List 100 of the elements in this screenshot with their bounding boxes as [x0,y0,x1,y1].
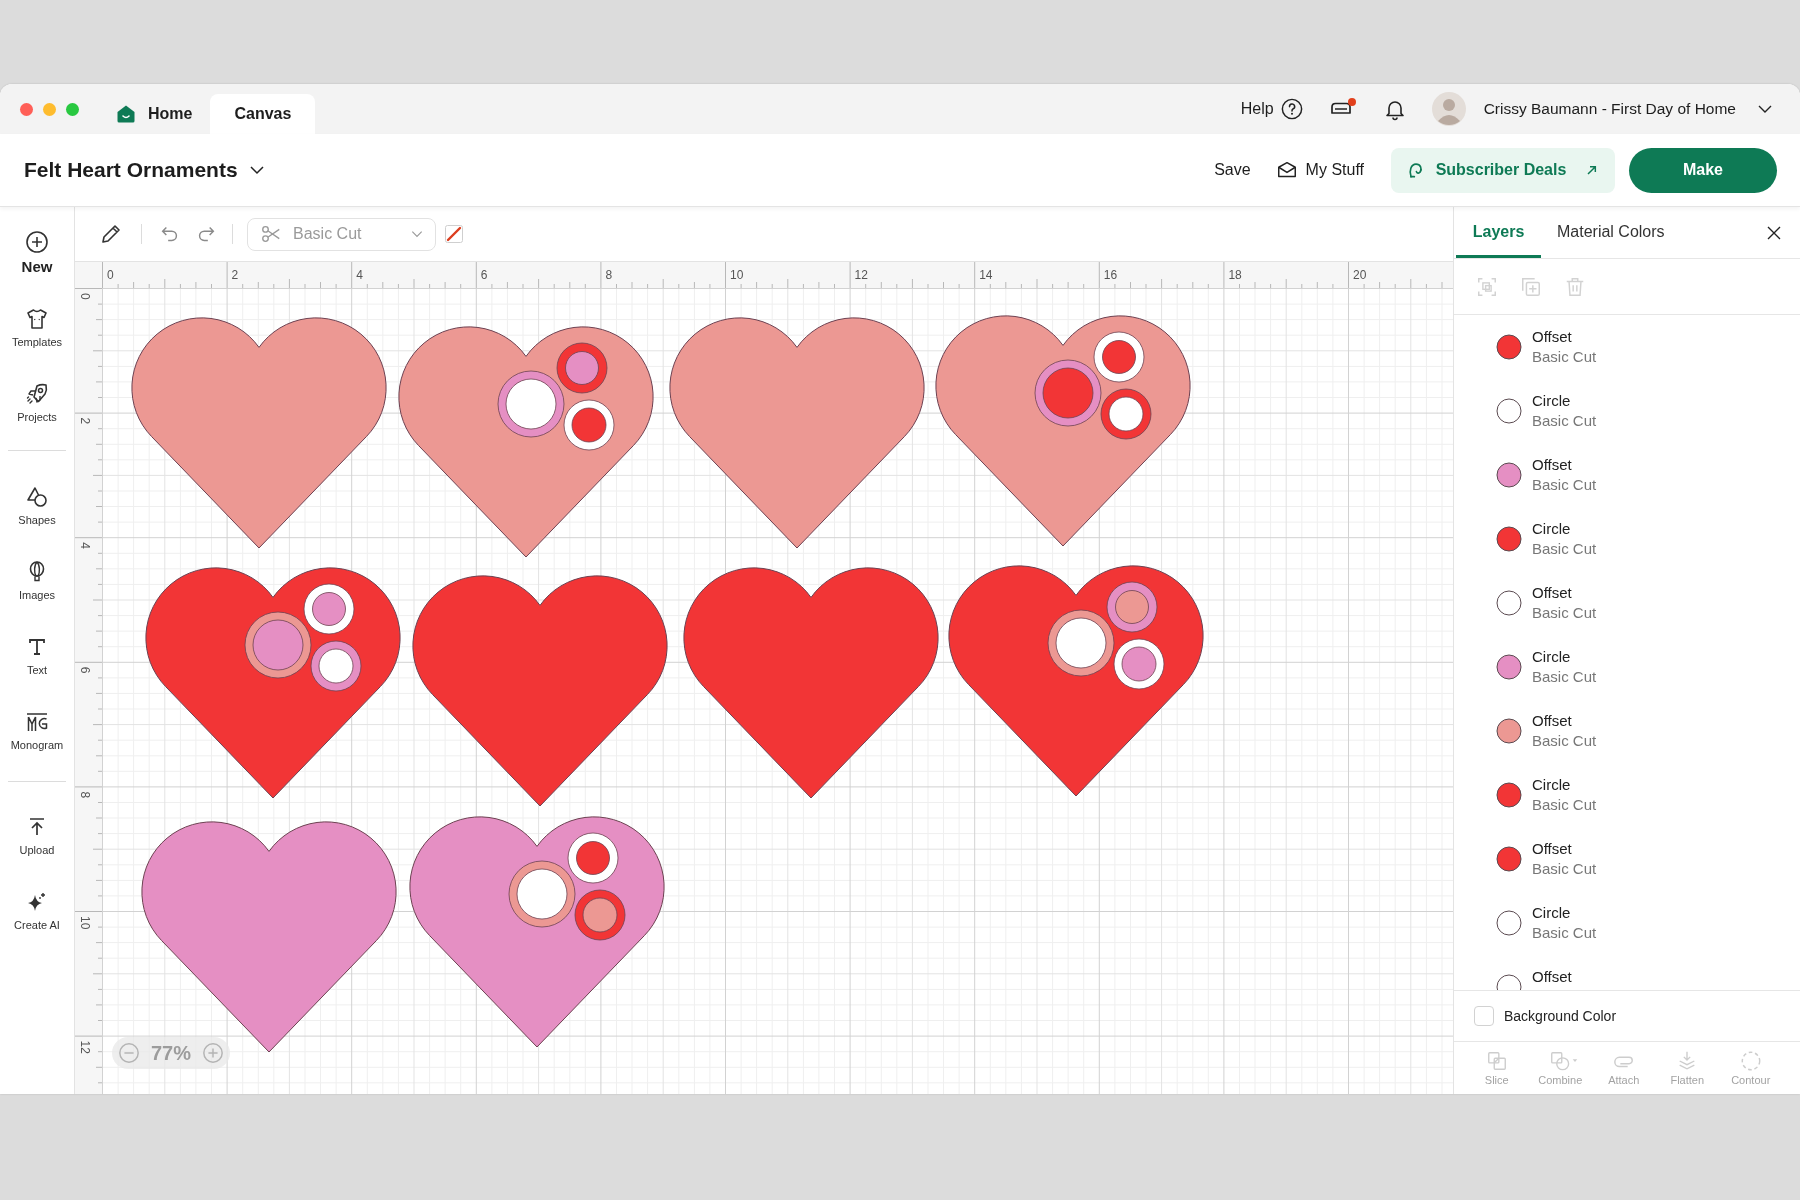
layer-operation: Basic Cut [1532,667,1597,687]
subscriber-deals-button[interactable]: Subscriber Deals [1391,147,1615,193]
close-window-icon[interactable] [20,102,33,116]
sidebar-button[interactable]: Text [8,618,66,693]
layer-name: Circle [1532,903,1572,923]
ruler-label: 4 [78,542,92,549]
plus-circle-icon [25,230,49,254]
sidebar-button[interactable]: Shapes [8,468,66,543]
ruler-label: 16 [1103,268,1118,282]
make-button[interactable]: Make [1629,147,1777,193]
layer-name: Circle [1532,519,1572,539]
layer-operation: Basic Cut [1532,731,1597,751]
color-dot-icon [1496,334,1522,360]
layer-item[interactable]: Offset Basic Cut [1454,699,1800,763]
layer-item[interactable]: Offset Basic Cut [1454,315,1800,379]
ruler-label: 12 [854,268,868,282]
layer-name: Circle [1532,391,1572,411]
layer-name: Offset [1532,583,1573,603]
layer-name: Offset [1532,327,1573,347]
maximize-window-icon[interactable] [66,102,79,116]
house-icon [116,104,136,124]
panel-tab[interactable]: Material Colors [1557,207,1665,258]
my-stuff-button[interactable]: My Stuff [1275,159,1364,181]
layer-name: Offset [1532,455,1573,475]
tab[interactable]: Home [100,94,211,134]
layer-name: Offset [1532,711,1573,731]
avatar-placeholder[interactable] [1431,92,1466,126]
sidebar-button[interactable]: Monogram [8,693,66,768]
color-dot-icon [1496,654,1522,680]
layer-operation: Basic Cut [1532,859,1597,879]
ruler-label: 12 [78,1040,92,1054]
ruler-label: 8 [78,791,92,799]
project-title-button[interactable]: Felt Heart Ornaments [24,158,266,182]
ruler-label: 0 [78,293,92,300]
color-dot-icon [1496,526,1522,552]
swatch-icon[interactable] [445,225,463,243]
zoom-level: 77% [151,1041,191,1065]
color-dot-icon [1496,462,1522,488]
minimize-window-icon[interactable] [43,102,56,116]
shapes-icon [25,484,49,509]
layer-item[interactable]: Offset Basic Cut [1454,571,1800,635]
panel-tab[interactable]: Layers [1456,207,1541,258]
ruler-label: 0 [107,268,114,282]
ruler-label: 4 [356,268,363,282]
ruler-label: 6 [480,268,488,282]
layer-operation: Basic Cut [1532,475,1597,495]
color-dot-icon [1496,590,1522,616]
save-button[interactable]: Save [1214,161,1251,179]
ruler-label: 10 [78,916,92,930]
layer-item[interactable]: Offset Basic Cut [1454,443,1800,507]
layer-item[interactable]: Circle Basic Cut [1454,507,1800,571]
contour-icon [1739,1049,1762,1072]
tab[interactable]: Canvas [210,94,316,134]
sidebar-button[interactable]: Create AI [8,873,66,948]
layer-item[interactable]: Offset Basic Cut [1454,827,1800,891]
zoom-out-icon[interactable] [118,1042,140,1064]
layer-item[interactable]: Circle Basic Cut [1454,379,1800,443]
color-dot-icon [1496,782,1522,808]
layer-name: Offset [1532,967,1572,987]
layer-name: Circle [1532,647,1572,667]
layer-operation: Basic Cut [1532,539,1597,559]
layer-item[interactable]: Circle Basic Cut [1454,891,1800,955]
sidebar-button[interactable]: Images [8,543,66,618]
ruler-label: 2 [231,268,239,282]
layer-item[interactable]: Circle Basic Cut [1454,635,1800,699]
sidebar-button[interactable]: New [8,215,66,290]
layer-operation: Basic Cut [1532,603,1597,623]
ruler-label: 18 [1228,268,1242,282]
color-dot-icon [1496,910,1522,936]
sidebar-button[interactable]: Projects [8,365,66,440]
account-button[interactable]: Crissy Baumann - First Day of Home [1483,100,1774,118]
layer-name: Offset [1532,839,1573,859]
ruler-label: 6 [78,666,92,674]
sidebar-button[interactable]: Upload [8,798,66,873]
scissors-icon [260,223,282,245]
ruler-label: 2 [78,417,92,425]
shirt-icon [25,306,49,331]
layer-operation: Basic Cut [1532,347,1597,367]
rocket-icon [25,381,49,406]
help-icon [1280,98,1303,120]
layer-name: Circle [1532,775,1572,795]
ruler-label: 20 [1353,268,1367,282]
layer-operation: Basic Cut [1532,411,1597,431]
checkbox-label: Background Color [1504,1008,1617,1024]
layer-item[interactable]: Offset [1454,955,1800,990]
color-dot-icon [1496,846,1522,872]
color-dot-icon [1496,398,1522,424]
layer-operation: Basic Cut [1532,923,1597,943]
zoom-in-icon[interactable] [202,1042,224,1064]
ruler-label: 14 [979,268,993,282]
ruler-label: 10 [730,268,744,282]
slice-icon [1485,1049,1508,1072]
pencil-icon[interactable] [99,222,123,246]
sidebar-button[interactable]: Templates [8,290,66,365]
checkbox[interactable] [1474,1006,1494,1026]
ruler-label: 8 [605,268,613,282]
layer-item[interactable]: Circle Basic Cut [1454,763,1800,827]
help-button[interactable]: Help [1240,98,1303,120]
color-dot-icon [1496,718,1522,744]
layer-operation: Basic Cut [1532,795,1597,815]
